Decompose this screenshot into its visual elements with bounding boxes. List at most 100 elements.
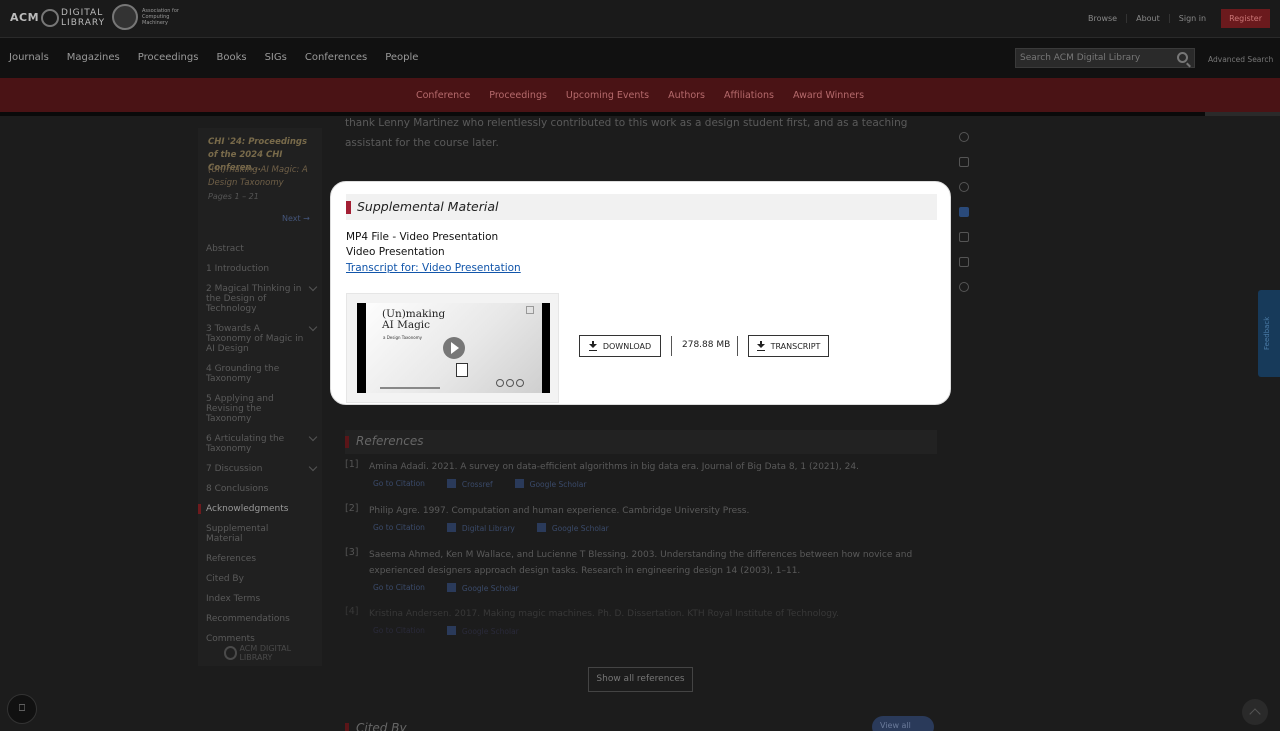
dl-circle-icon (224, 646, 238, 660)
video-player[interactable]: (Un)making AI Magic a Design Taxonomy (357, 303, 550, 393)
toc-item[interactable]: Supplemental Material (206, 524, 318, 544)
google-scholar-link[interactable]: Google Scholar (446, 626, 519, 636)
search-placeholder: Search ACM Digital Library (1020, 53, 1141, 63)
acm-badge-icon (112, 4, 138, 30)
chevron-down-icon[interactable] (308, 462, 318, 472)
about-link[interactable]: About (1126, 14, 1169, 23)
nav-magazines[interactable]: Magazines (58, 52, 129, 63)
video-slide-title: (Un)making AI Magic (382, 308, 446, 331)
subnav-authors[interactable]: Authors (668, 90, 705, 101)
toc-item[interactable]: 7 Discussion (206, 462, 318, 474)
google-scholar-label: Google Scholar (551, 524, 609, 533)
play-icon[interactable] (443, 337, 465, 359)
toc-item[interactable]: 6 Articulating the Taxonomy (206, 432, 318, 454)
info-icon[interactable] (959, 132, 969, 142)
cookie-settings-icon[interactable]: ⎕ (7, 694, 37, 724)
cube-icon (456, 363, 468, 377)
image-icon[interactable] (959, 232, 969, 242)
toc-item[interactable]: Cited By (206, 574, 318, 584)
google-scholar-icon (536, 523, 546, 532)
toc-item-label: 3 Towards A Taxonomy of Magic in AI Desi… (206, 324, 304, 354)
nav-people[interactable]: People (376, 52, 427, 63)
toc-item-label: 5 Applying and Revising the Taxonomy (206, 394, 274, 424)
toc-item[interactable]: 1 Introduction (206, 264, 318, 274)
digital-library-link[interactable]: Digital Library (446, 523, 515, 533)
toc-item[interactable]: 5 Applying and Revising the Taxonomy (206, 394, 318, 424)
view-all-button[interactable]: View all (872, 716, 934, 731)
toc-item[interactable]: 8 Conclusions (206, 484, 318, 494)
metrics-icon[interactable] (959, 157, 969, 167)
toc-item[interactable]: Index Terms (206, 594, 318, 604)
acm-dl-logo[interactable]: ACM DIGITAL LIBRARY (10, 6, 117, 30)
subnav-affiliations[interactable]: Affiliations (724, 90, 774, 101)
toc-item[interactable]: Recommendations (206, 614, 318, 624)
go-to-citation-link[interactable]: Go to Citation (373, 583, 425, 593)
search-input[interactable]: Search ACM Digital Library (1015, 48, 1195, 68)
toc-item-label: 6 Articulating the Taxonomy (206, 434, 285, 454)
nav-books[interactable]: Books (207, 52, 255, 63)
sidebar-pages: Pages 1 – 21 (208, 192, 259, 201)
nav-sigs[interactable]: SIGs (256, 52, 296, 63)
divider (671, 336, 672, 356)
download-button[interactable]: DOWNLOAD (579, 335, 661, 357)
toc-item[interactable]: References (206, 554, 318, 564)
article-sidebar: CHI '24: Proceedings of the 2024 CHI Con… (198, 128, 322, 666)
go-to-citation-link[interactable]: Go to Citation (373, 626, 425, 636)
crossref-link[interactable]: Crossref (446, 479, 493, 489)
nav-proceedings[interactable]: Proceedings (129, 52, 208, 63)
feedback-label: Feedback (1263, 316, 1271, 350)
chevron-down-icon[interactable] (308, 432, 318, 442)
go-to-citation-link[interactable]: Go to Citation (373, 523, 425, 533)
subnav-upcoming-events[interactable]: Upcoming Events (566, 90, 649, 101)
crossref-icon (446, 479, 456, 488)
go-to-citation-link[interactable]: Go to Citation (373, 479, 425, 489)
toc-item[interactable]: Comments (206, 634, 318, 644)
crossref-label: Crossref (461, 480, 493, 489)
share-icon[interactable] (959, 282, 969, 292)
nav-conferences[interactable]: Conferences (296, 52, 376, 63)
chevron-down-icon[interactable] (308, 282, 318, 292)
eye-icon[interactable] (959, 182, 969, 192)
acm-association-logo[interactable]: Association for Computing Machinery (112, 4, 192, 30)
table-icon[interactable] (959, 257, 969, 267)
chevron-down-icon[interactable] (308, 322, 318, 332)
google-scholar-link[interactable]: Google Scholar (536, 523, 609, 533)
transcript-link[interactable]: Transcript for: Video Presentation (346, 262, 521, 274)
google-scholar-link[interactable]: Google Scholar (446, 583, 519, 593)
subnav-proceedings[interactable]: Proceedings (489, 90, 547, 101)
toc-item[interactable]: 2 Magical Thinking in the Design of Tech… (206, 282, 318, 314)
acknowledgments-text: thank Lenny Martinez who relentlessly co… (345, 117, 908, 149)
dl-circle-icon (41, 9, 60, 27)
show-all-references-button[interactable]: Show all references (588, 667, 693, 692)
toc-item-label: Acknowledgments (206, 504, 289, 514)
back-to-top-icon[interactable] (1242, 699, 1268, 725)
feedback-tab[interactable]: Feedback (1258, 290, 1280, 377)
transcript-button[interactable]: TRANSCRIPT (748, 335, 829, 357)
toc-item[interactable]: Acknowledgments (198, 504, 318, 514)
toc-item[interactable]: Abstract (206, 244, 318, 254)
register-button[interactable]: Register (1221, 9, 1270, 28)
sidebar-next-link[interactable]: Next → (282, 214, 310, 223)
citation-badge-icon[interactable] (959, 207, 969, 217)
top-links: Browse About Sign in Register (1079, 9, 1270, 28)
article-tools-rail (954, 132, 974, 307)
toc-item[interactable]: 4 Grounding the Taxonomy (206, 364, 318, 384)
reference-text: Amina Adadi. 2021. A survey on data-effi… (369, 462, 859, 472)
sign-in-link[interactable]: Sign in (1168, 14, 1215, 23)
toc-item-label: 7 Discussion (206, 464, 263, 474)
toc-item[interactable]: 3 Towards A Taxonomy of Magic in AI Desi… (206, 322, 318, 354)
google-scholar-label: Google Scholar (461, 584, 519, 593)
subnav-award-winners[interactable]: Award Winners (793, 90, 864, 101)
google-scholar-icon (514, 479, 524, 488)
browse-link[interactable]: Browse (1079, 14, 1126, 23)
view-all-label: View all (880, 721, 911, 730)
search-icon[interactable] (1177, 52, 1188, 63)
reference-number: [4] (345, 606, 359, 617)
subnav-conference[interactable]: Conference (416, 90, 470, 101)
google-scholar-link[interactable]: Google Scholar (514, 479, 586, 489)
toc-item-label: Index Terms (206, 594, 261, 604)
sidebar-logo-text: ACM DIGITAL LIBRARY (239, 644, 292, 662)
nav-journals[interactable]: Journals (0, 52, 58, 63)
toc-item-label: 2 Magical Thinking in the Design of Tech… (206, 284, 302, 314)
advanced-search-link[interactable]: Advanced Search (1208, 55, 1273, 64)
